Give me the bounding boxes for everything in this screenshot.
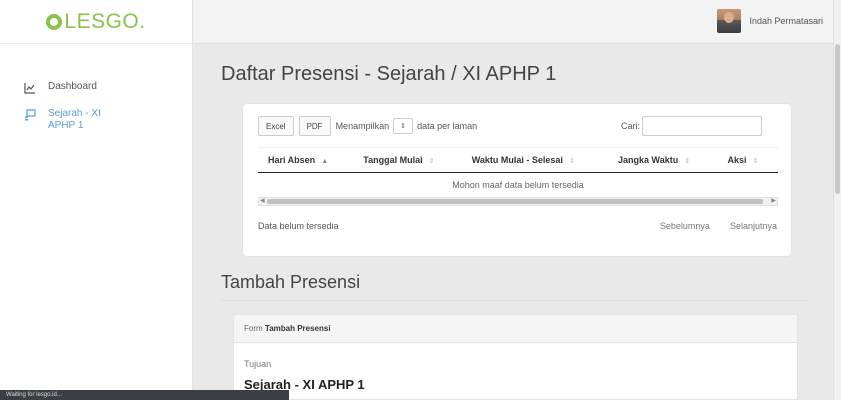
column-header-aksi[interactable]: Aksi ⇕ xyxy=(717,147,778,173)
excel-export-button[interactable]: Excel xyxy=(258,116,294,136)
table-header-row: Hari Absen ▲ Tanggal Mulai ⇕ Waktu Mulai -… xyxy=(258,147,778,173)
presence-table-card: Excel PDF Menampilkan ⇕ data per laman C… xyxy=(243,104,791,256)
avatar[interactable] xyxy=(717,9,742,33)
pdf-export-button[interactable]: PDF xyxy=(298,116,331,136)
vertical-scrollbar[interactable] xyxy=(833,0,841,400)
table-row: Mohon maaf data belum tersedia xyxy=(258,172,778,198)
scroll-left-icon[interactable]: ◀ xyxy=(260,198,265,205)
topbar: Indah Permatasari xyxy=(193,0,841,44)
user-name: Indah Permatasari xyxy=(749,16,823,26)
sort-icon: ⇕ xyxy=(752,158,759,165)
table-search: Cari: xyxy=(621,116,763,136)
search-input[interactable] xyxy=(642,116,763,136)
chevron-down-icon: ⇕ xyxy=(400,123,407,130)
sort-icon: ⇕ xyxy=(568,158,575,165)
scrollbar-thumb[interactable] xyxy=(267,199,763,204)
column-header-hari-absen[interactable]: Hari Absen ▲ xyxy=(258,147,354,173)
column-header-waktu[interactable]: Waktu Mulai - Selesai ⇕ xyxy=(461,147,609,173)
length-prefix: Menampilkan xyxy=(335,121,390,131)
sidebar-nav: Dashboard Sejarah - XI APHP 1 xyxy=(0,74,192,139)
column-header-jangka-waktu[interactable]: Jangka Waktu ⇕ xyxy=(608,147,718,173)
form-header: Form Tambah Presensi xyxy=(234,315,797,343)
next-page-link[interactable]: Selanjutnya xyxy=(730,221,777,231)
browser-status-bar: Waiting for lesgo.id... xyxy=(0,390,289,400)
chart-icon xyxy=(24,83,35,94)
empty-message: Mohon maaf data belum tersedia xyxy=(258,172,778,198)
add-presence-form: Form Tambah Presensi Tujuan Sejarah - XI… xyxy=(233,314,798,400)
logo-mark-icon xyxy=(46,13,63,30)
pagination: Sebelumnya Selanjutnya xyxy=(660,221,777,231)
sidebar: LESGO. Dashboard Sejarah - XI APHP 1 xyxy=(0,0,193,400)
page-length-select[interactable]: ⇕ xyxy=(393,118,414,134)
search-label: Cari: xyxy=(621,121,641,131)
divider xyxy=(221,300,809,301)
horizontal-scrollbar[interactable]: ◀ ▶ xyxy=(258,197,778,206)
user-menu[interactable]: Indah Permatasari xyxy=(717,9,823,33)
table-toolbar: Excel PDF Menampilkan ⇕ data per laman xyxy=(258,116,477,136)
sort-icon: ⇕ xyxy=(684,158,691,165)
chalkboard-icon xyxy=(25,109,36,121)
page-title: Daftar Presensi - Sejarah / XI APHP 1 xyxy=(221,63,557,85)
sidebar-item-sejarah[interactable]: Sejarah - XI APHP 1 xyxy=(0,101,192,139)
table-info: Data belum tersedia xyxy=(258,221,339,231)
previous-page-link[interactable]: Sebelumnya xyxy=(660,221,710,231)
sort-icon: ⇕ xyxy=(428,158,435,165)
column-header-tanggal-mulai[interactable]: Tanggal Mulai ⇕ xyxy=(353,147,462,173)
brand-logo[interactable]: LESGO. xyxy=(0,0,192,44)
sort-asc-icon: ▲ xyxy=(321,158,329,165)
logo-text: LESGO. xyxy=(64,9,146,33)
tujuan-label: Tujuan xyxy=(244,359,272,369)
sidebar-item-dashboard[interactable]: Dashboard xyxy=(0,74,192,101)
scrollbar-thumb[interactable] xyxy=(835,44,840,194)
section-title: Tambah Presensi xyxy=(221,272,361,292)
sidebar-item-label: Sejarah - XI APHP 1 xyxy=(48,108,101,131)
sidebar-item-label: Dashboard xyxy=(48,81,97,92)
scroll-right-icon[interactable]: ▶ xyxy=(771,198,776,205)
presence-table: Hari Absen ▲ Tanggal Mulai ⇕ Waktu Mulai -… xyxy=(258,147,778,198)
length-suffix: data per laman xyxy=(417,121,478,131)
